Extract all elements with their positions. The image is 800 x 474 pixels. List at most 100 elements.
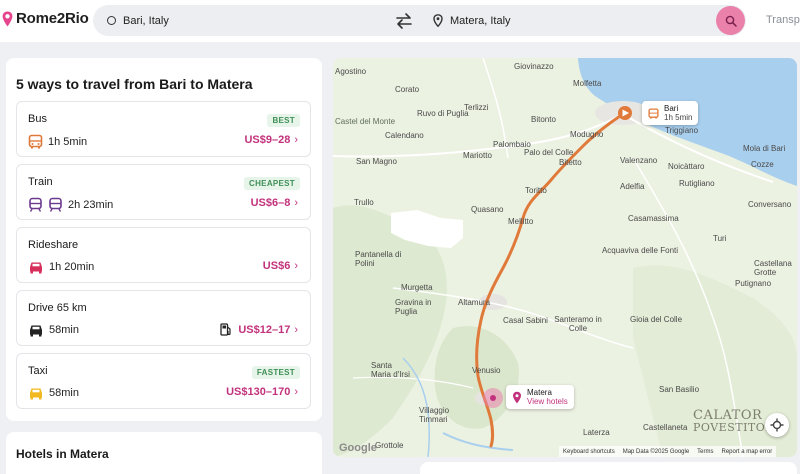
cheapest-badge: CHEAPEST (244, 177, 300, 190)
map-label: Altamura (458, 298, 491, 307)
option-price: US$6–8 (250, 197, 291, 209)
map-data-text: Map Data ©2025 Google (622, 448, 690, 455)
terms-link[interactable]: Terms (697, 449, 713, 455)
keyboard-shortcuts-link[interactable]: Keyboard shortcuts (563, 449, 615, 455)
map-label: Modugno (570, 130, 604, 139)
bari-pin-name: Bari (664, 104, 679, 113)
option-duration: 58min (49, 387, 79, 399)
watermark: CALATOR POVESTITOR (693, 409, 775, 434)
chevron-right-icon: › (294, 386, 298, 398)
map-label: San Magno (356, 157, 397, 166)
hotels-panel: Hotels in Matera (6, 432, 322, 474)
option-duration: 2h 23min (68, 198, 114, 211)
option-card-taxi[interactable]: Taxi FASTEST 58min US$130–170 › (16, 353, 311, 409)
option-duration: 1h 5min (48, 135, 88, 148)
map-label: Turi (713, 234, 727, 243)
option-price: US$6 (262, 260, 291, 272)
map-label: Santa Maria d'Irsi (371, 361, 410, 379)
option-price: US$130–170 (226, 386, 291, 398)
car-icon (30, 325, 42, 337)
map-label: Terlizzi (464, 103, 489, 112)
map-label: Pantanella di Polini (355, 250, 402, 268)
map-label: Trullo (354, 198, 374, 207)
view-hotels-link[interactable]: View hotels (527, 397, 568, 406)
best-badge: BEST (267, 114, 300, 127)
chevron-right-icon: › (294, 197, 298, 209)
option-price: US$9–28 (244, 134, 291, 146)
chevron-right-icon: › (294, 323, 298, 336)
map-label: Bitonto (531, 115, 556, 124)
rideshare-car-icon (30, 262, 42, 274)
origin-circle-icon (107, 16, 116, 25)
map-label: Molfetta (573, 79, 602, 88)
watermark-line: POVESTITOR (693, 421, 775, 434)
train-icon (29, 197, 42, 212)
map-label: Adelfia (620, 182, 645, 191)
map-label: Ruvo di Puglia (417, 109, 469, 118)
map-label: Casal Sabini (503, 316, 548, 325)
map-label: Noicàttaro (668, 162, 705, 171)
location-pin-icon (513, 391, 521, 403)
map-label: Villaggio Timmari (419, 406, 450, 424)
map-label: Toritto (525, 186, 547, 195)
taxi-icon (30, 388, 42, 400)
train-icon (49, 197, 62, 212)
map-label: Casamassima (628, 214, 679, 223)
google-logo: Google (339, 442, 377, 454)
route-map[interactable]: Agostino Giovinazzo Corato Ruvo di Pugli… (333, 58, 797, 457)
map-footer: Keyboard shortcuts Map Data ©2025 Google… (559, 446, 777, 457)
map-label: Murgetta (401, 283, 433, 292)
search-bar: Bari, Italy Matera, Italy (93, 5, 746, 36)
logo-text: Rome2Rio (16, 10, 89, 27)
option-duration: 58min (49, 324, 79, 336)
matera-pin-name: Matera (527, 388, 552, 397)
swap-arrows-icon[interactable] (394, 11, 414, 31)
destination-field[interactable]: Matera, Italy (433, 5, 511, 36)
option-card-train[interactable]: Train CHEAPEST 2h 23min US$6–8 › (16, 164, 311, 220)
search-button[interactable] (716, 6, 745, 35)
map-label: Mola di Bari (743, 144, 786, 153)
search-icon (725, 15, 737, 27)
map-label: Valenzano (620, 156, 658, 165)
option-mode: Rideshare (28, 239, 79, 251)
map-label: Venusio (472, 366, 501, 375)
chevron-right-icon: › (294, 260, 298, 272)
option-mode: Taxi (28, 365, 48, 377)
results-title: 5 ways to travel from Bari to Matera (16, 76, 253, 92)
map-label: Laterza (583, 428, 610, 437)
bottom-panel (420, 462, 797, 474)
map-label: Bitetto (559, 158, 582, 167)
destination-text: Matera, Italy (450, 14, 511, 27)
recenter-button[interactable] (765, 413, 789, 437)
report-map-error-link[interactable]: Report a map error (722, 449, 773, 455)
map-label: Conversano (748, 200, 792, 209)
top-header: Rome2Rio Bari, Italy Matera, Italy Trans… (0, 0, 800, 42)
bari-pin-time: 1h 5min (664, 113, 693, 122)
map-label: Corato (395, 85, 420, 94)
map-label: Acquaviva delle Fonti (601, 246, 679, 255)
map-label: Gravina in Puglia (395, 298, 432, 316)
map-label: Putignano (735, 279, 772, 288)
map-label: Triggiano (665, 126, 699, 135)
option-card-rideshare[interactable]: Rideshare 1h 20min US$6 › (16, 227, 311, 283)
origin-text: Bari, Italy (123, 14, 169, 27)
map-label: Castellana Grotte (754, 259, 792, 277)
logo[interactable]: Rome2Rio (2, 10, 89, 27)
option-mode: Bus (28, 113, 47, 125)
option-price: US$12–17 (238, 323, 291, 336)
nav-transport-link[interactable]: Transp (766, 14, 800, 26)
map-label: San Basilio (659, 385, 700, 394)
origin-field[interactable]: Bari, Italy (107, 5, 169, 36)
matera-map-pin[interactable]: Matera View hotels (506, 385, 574, 409)
bus-icon (648, 107, 659, 119)
bari-map-pin[interactable]: Bari 1h 5min (642, 101, 699, 125)
map-label: Palo del Colle (524, 148, 574, 157)
map-label: Cozze (751, 160, 774, 169)
map-label: Giovinazzo (514, 62, 554, 71)
map-label: Santeramo in Colle (554, 315, 602, 333)
option-mode: Train (28, 176, 53, 188)
map-label: Mariotto (463, 151, 492, 160)
option-card-drive[interactable]: Drive 65 km 58min US$12–17 › (16, 290, 311, 346)
option-card-bus[interactable]: Bus BEST 1h 5min US$9–28 › (16, 101, 311, 157)
map-label: Palombaio (493, 140, 531, 149)
